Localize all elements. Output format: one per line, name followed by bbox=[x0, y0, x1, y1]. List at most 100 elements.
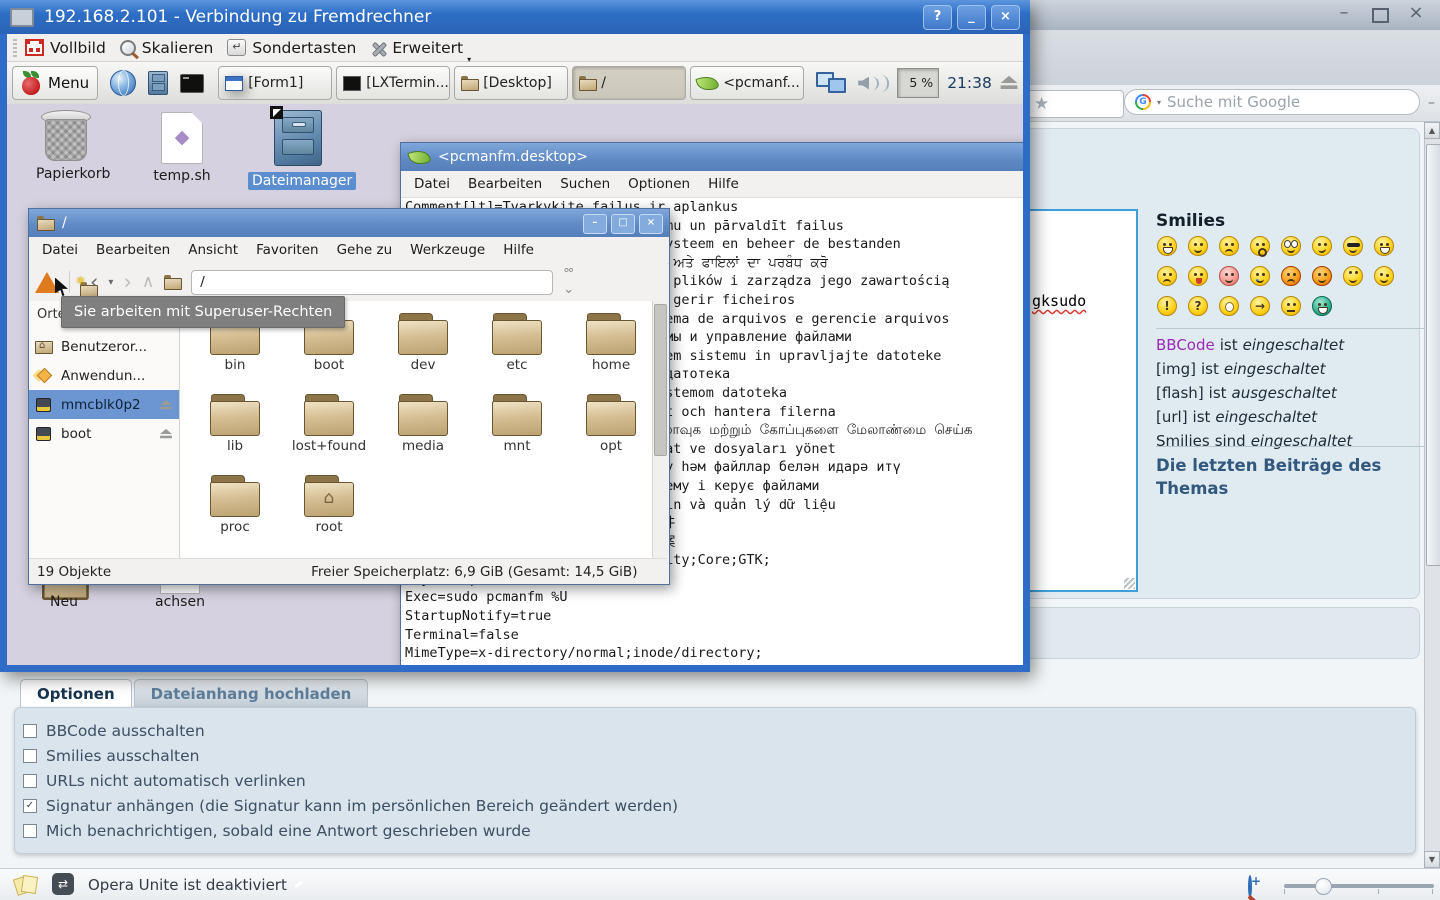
smiley-icon[interactable] bbox=[1281, 296, 1301, 316]
clock[interactable]: 21:38 bbox=[947, 74, 992, 92]
zoom-slider-track[interactable] bbox=[1284, 884, 1434, 888]
browser-close-button[interactable]: × bbox=[1398, 0, 1434, 31]
zoom-icon[interactable] bbox=[1248, 875, 1252, 898]
vnc-minimize-button[interactable]: _ bbox=[957, 5, 986, 30]
vnc-toolbar-button[interactable]: Erweitert bbox=[370, 39, 469, 57]
sidebar-item[interactable]: Benutzeror... bbox=[29, 332, 179, 361]
web-browser-launcher-icon[interactable] bbox=[110, 70, 136, 96]
folder-item[interactable]: mnt bbox=[470, 394, 564, 475]
vnc-titlebar[interactable]: 192.168.2.101 - Verbindung zu Fremdrechn… bbox=[0, 0, 1030, 34]
post-option-row[interactable]: Smilies ausschalten bbox=[23, 743, 1415, 768]
checkbox[interactable] bbox=[23, 774, 37, 788]
tab-optionen[interactable]: Optionen bbox=[20, 679, 132, 707]
taskbar-window-button[interactable]: / bbox=[572, 66, 686, 100]
back-history-caret-icon[interactable]: ▾ bbox=[108, 277, 113, 288]
post-option-row[interactable]: Mich benachrichtigen, sobald eine Antwor… bbox=[23, 818, 1415, 843]
editor-titlebar[interactable]: <pcmanfm.desktop> bbox=[401, 143, 1030, 171]
folder-item[interactable]: proc bbox=[188, 475, 282, 556]
panel-toggle-icon[interactable]: – bbox=[1428, 96, 1435, 110]
folder-view[interactable]: bin boot dev bbox=[180, 301, 667, 558]
menu-item[interactable]: Werkzeuge bbox=[401, 242, 494, 258]
smiley-icon[interactable] bbox=[1219, 296, 1239, 316]
folder-item[interactable]: etc bbox=[470, 313, 564, 394]
taskbar-window-button[interactable]: <pcmanf... bbox=[690, 66, 804, 100]
eject-icon[interactable] bbox=[160, 428, 172, 438]
fm-scrollbar-thumb[interactable] bbox=[654, 304, 667, 456]
menu-item[interactable]: Favoriten bbox=[247, 242, 328, 258]
browser-restore-button[interactable] bbox=[1362, 0, 1398, 31]
menu-item[interactable]: Bearbeiten bbox=[459, 176, 551, 192]
menu-item[interactable]: Gehe zu bbox=[328, 242, 402, 258]
page-scrollbar[interactable]: ▲ ▼ bbox=[1424, 122, 1440, 868]
smiley-icon[interactable] bbox=[1374, 266, 1394, 286]
terminal-launcher-icon[interactable] bbox=[180, 74, 204, 93]
search-input[interactable]: ▾ Suche mit Google bbox=[1124, 89, 1420, 115]
opera-unite-icon[interactable] bbox=[52, 873, 74, 895]
jump-to-icon[interactable]: °°⌄ bbox=[563, 267, 572, 297]
folder-item[interactable]: dev bbox=[376, 313, 470, 394]
folder-item[interactable]: media bbox=[376, 394, 470, 475]
smiley-icon[interactable] bbox=[1343, 266, 1363, 286]
smiley-icon[interactable] bbox=[1312, 266, 1332, 286]
smiley-icon[interactable] bbox=[1250, 236, 1270, 256]
menu-item[interactable]: Bearbeiten bbox=[87, 242, 179, 258]
smiley-icon[interactable]: ? bbox=[1188, 296, 1208, 316]
smiley-icon[interactable] bbox=[1312, 236, 1332, 256]
smiley-icon[interactable] bbox=[1157, 236, 1177, 256]
post-option-row[interactable]: URLs nicht automatisch verlinken bbox=[23, 768, 1415, 793]
desktop-icon-script[interactable]: temp.sh bbox=[152, 112, 212, 184]
smiley-icon[interactable] bbox=[1188, 266, 1208, 286]
vnc-close-button[interactable]: × bbox=[991, 5, 1020, 30]
taskbar-window-button[interactable]: [LXTermin... bbox=[336, 66, 450, 100]
sidebar-item[interactable]: Anwendun... bbox=[29, 361, 179, 390]
forward-button[interactable]: › bbox=[123, 270, 131, 294]
folder-item[interactable]: opt bbox=[564, 394, 658, 475]
eject-tray-icon[interactable] bbox=[1000, 76, 1017, 90]
menu-item[interactable]: Suchen bbox=[551, 176, 619, 192]
up-button[interactable]: ∧ bbox=[142, 272, 154, 292]
sidebar-item[interactable]: boot bbox=[29, 419, 179, 448]
vnc-help-button[interactable]: ? bbox=[923, 5, 952, 30]
menu-item[interactable]: Hilfe bbox=[699, 176, 748, 192]
smiley-icon[interactable] bbox=[1188, 236, 1208, 256]
home-button[interactable] bbox=[164, 275, 181, 289]
desktop-icon-neu-label[interactable]: Neu bbox=[34, 594, 94, 610]
vnc-toolbar-button[interactable]: Sondertasten bbox=[227, 39, 362, 57]
checkbox[interactable] bbox=[23, 824, 37, 838]
file-manager-launcher-icon[interactable] bbox=[148, 71, 168, 95]
vnc-toolbar-button[interactable]: Skalieren bbox=[120, 39, 220, 57]
menu-item[interactable]: Datei bbox=[405, 176, 459, 192]
volume-tray-icon[interactable] bbox=[858, 77, 869, 90]
menu-button[interactable]: Menu bbox=[12, 66, 98, 100]
fm-maximize-button[interactable]: □ bbox=[611, 214, 635, 234]
smiley-icon[interactable]: → bbox=[1250, 296, 1270, 316]
smiley-icon[interactable] bbox=[1343, 236, 1363, 256]
scroll-up-icon[interactable]: ▲ bbox=[1424, 122, 1440, 139]
network-tray-icon[interactable] bbox=[816, 70, 848, 96]
google-logo-icon[interactable] bbox=[1135, 94, 1151, 110]
fm-close-button[interactable]: × bbox=[639, 214, 663, 234]
folder-item[interactable]: lib bbox=[188, 394, 282, 475]
smiley-icon[interactable] bbox=[1374, 236, 1394, 256]
path-input[interactable]: / bbox=[191, 270, 553, 295]
sidebar-item[interactable]: mmcblk0p2 bbox=[29, 390, 179, 419]
folder-item[interactable]: lost+found bbox=[282, 394, 376, 475]
smiley-icon[interactable] bbox=[1312, 296, 1332, 316]
smiley-icon[interactable]: ! bbox=[1157, 296, 1177, 316]
cpu-monitor[interactable]: 5 % bbox=[897, 68, 939, 98]
filemanager-titlebar[interactable]: / – □ × bbox=[29, 209, 669, 237]
smiley-icon[interactable] bbox=[1250, 266, 1270, 286]
folder-item[interactable]: root bbox=[282, 475, 376, 556]
scroll-down-icon[interactable]: ▼ bbox=[1424, 851, 1440, 868]
textarea-resize-handle[interactable] bbox=[1124, 578, 1135, 589]
folder-item[interactable]: home bbox=[564, 313, 658, 394]
bookmark-star-icon[interactable]: ★ bbox=[1034, 96, 1049, 113]
vnc-toolbar-button[interactable]: Vollbild bbox=[25, 39, 112, 57]
toolbar-grip[interactable] bbox=[13, 39, 17, 57]
desktop-icon-trash[interactable]: Papierkorb bbox=[36, 110, 96, 182]
smiley-icon[interactable] bbox=[1219, 266, 1239, 286]
eject-icon[interactable] bbox=[160, 399, 172, 409]
smiley-icon[interactable] bbox=[1281, 266, 1301, 286]
smiley-icon[interactable] bbox=[1219, 236, 1239, 256]
smiley-icon[interactable] bbox=[1281, 236, 1301, 256]
